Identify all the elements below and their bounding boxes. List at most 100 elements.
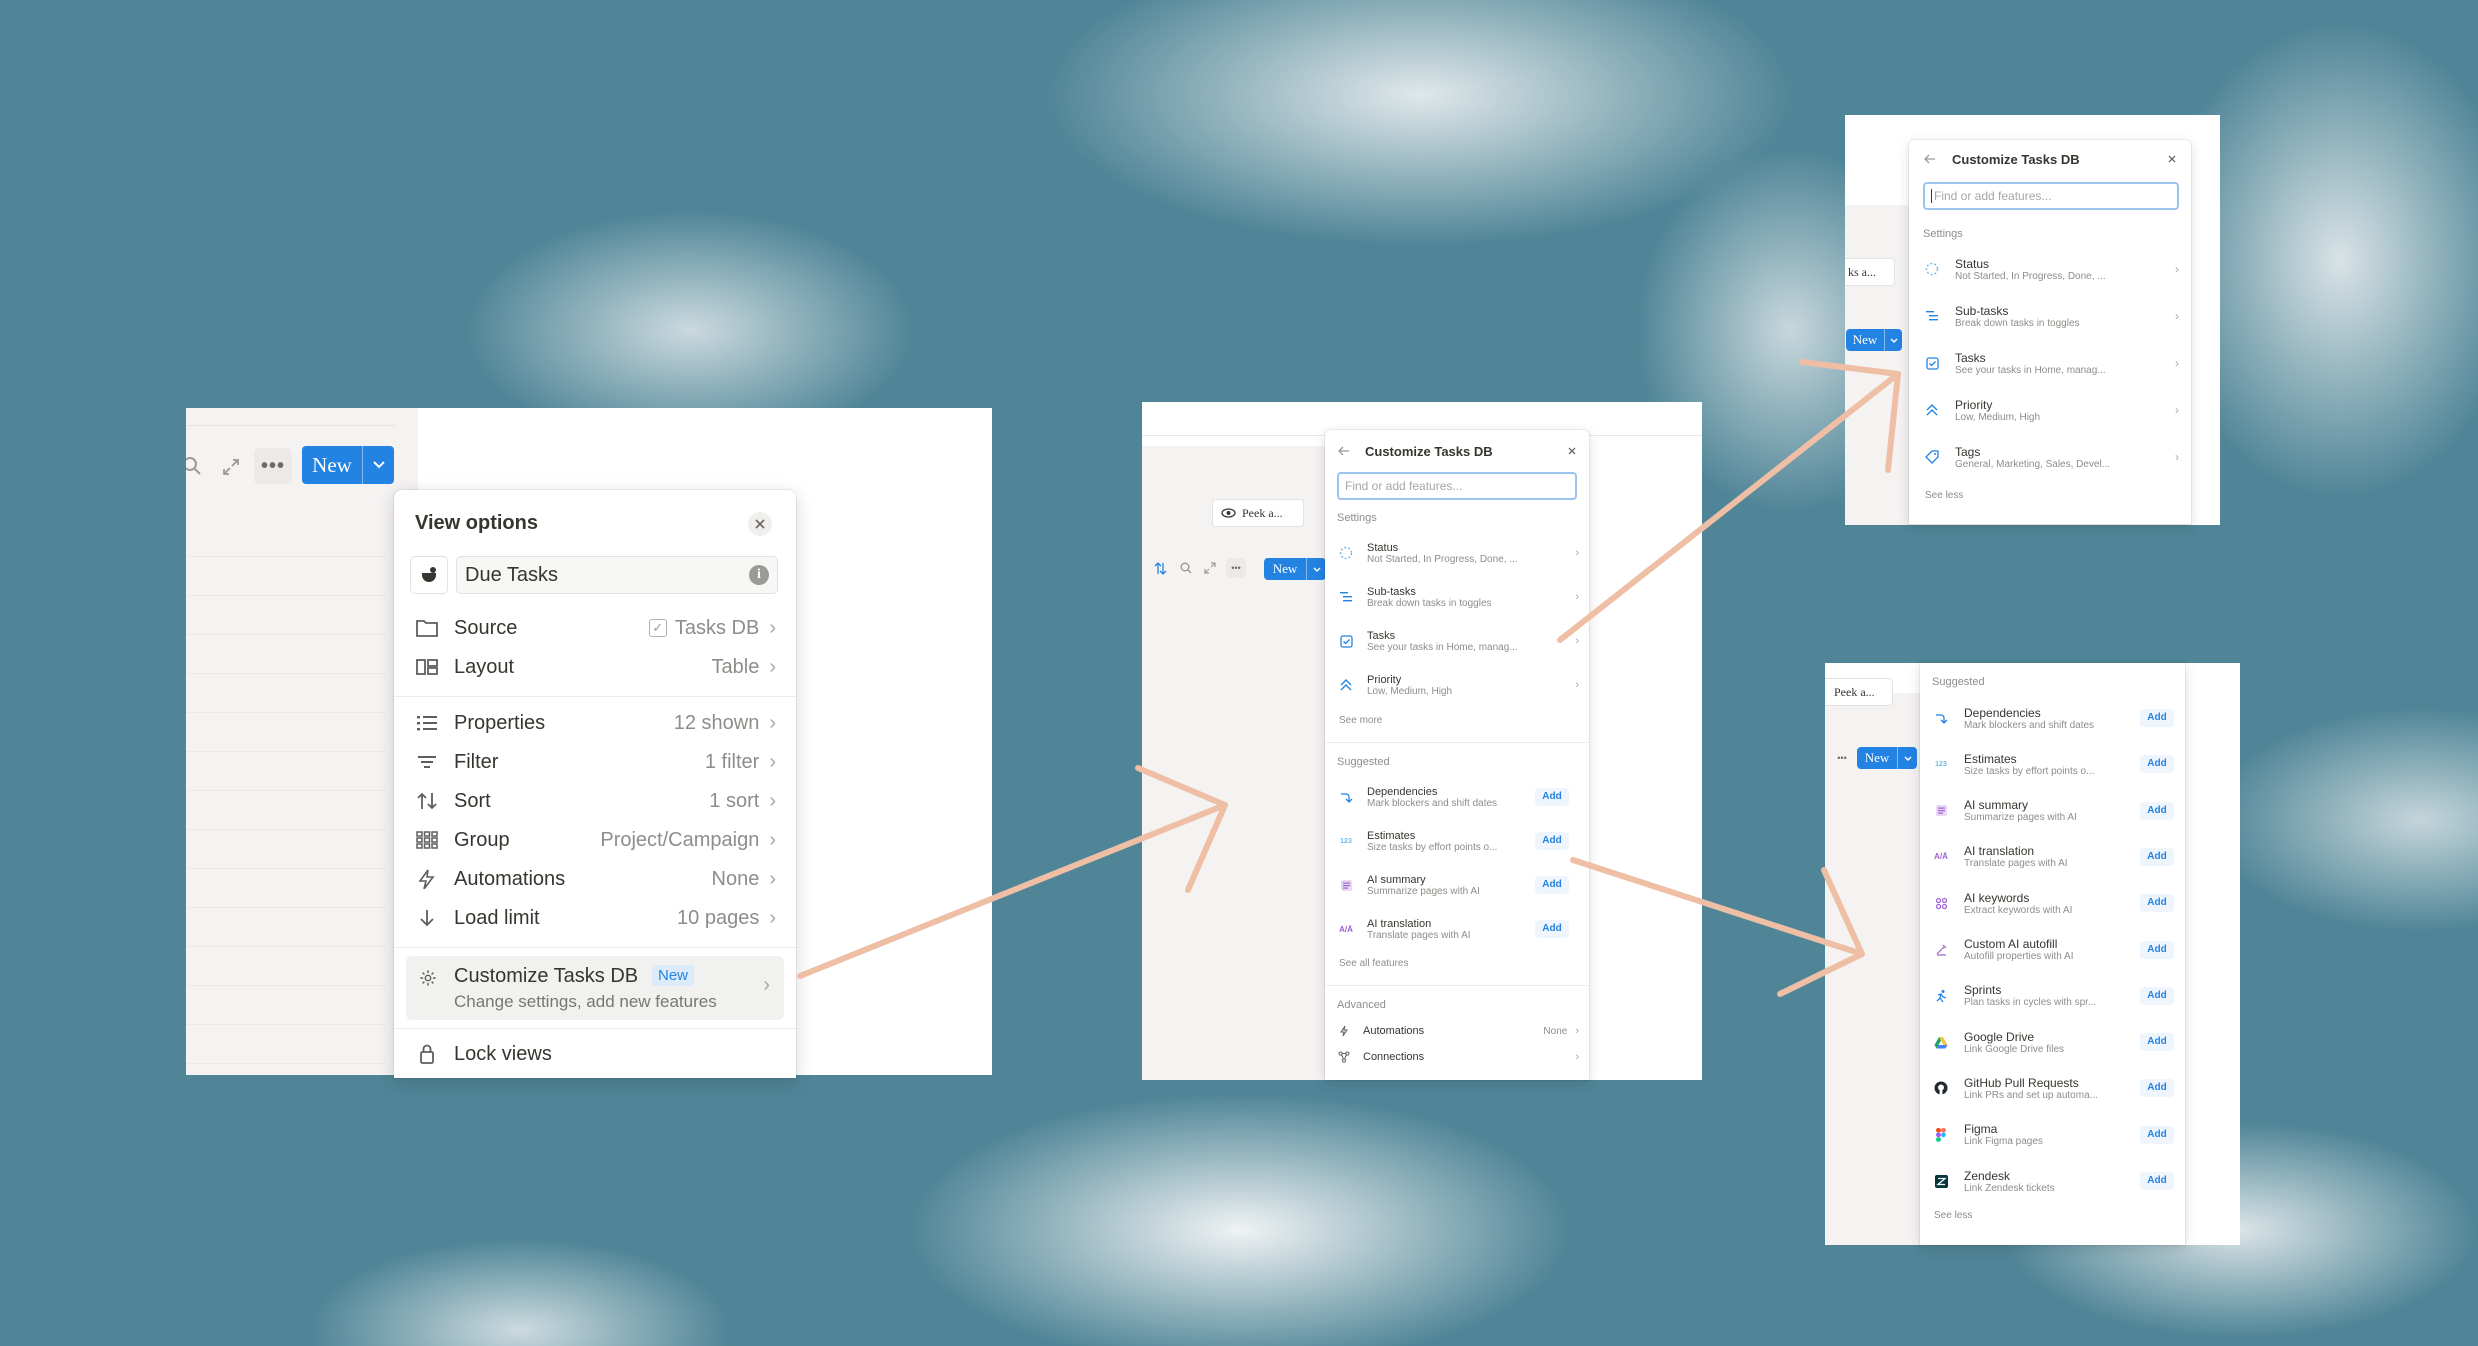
- suggested-feature-row[interactable]: Google Drive Link Google Drive files: [1932, 1025, 2132, 1059]
- advanced-automations[interactable]: Automations None ›: [1337, 1020, 1579, 1042]
- suggested-feature-row[interactable]: Sprints Plan tasks in cycles with spr...: [1932, 979, 2132, 1013]
- option-group[interactable]: Group Project/Campaign ›: [414, 824, 776, 856]
- more-options-icon[interactable]: •••: [1833, 749, 1851, 767]
- peek-button[interactable]: Peek a...: [1825, 678, 1893, 706]
- add-button[interactable]: Add: [2140, 1172, 2174, 1190]
- settings-section-label: Settings: [1337, 512, 1377, 524]
- suggested-feature-row[interactable]: 123 Estimates Size tasks by effort points …: [1932, 747, 2132, 781]
- new-button[interactable]: New: [302, 446, 394, 484]
- setting-status[interactable]: Status Not Started, In Progress, Done, ..…: [1923, 252, 2179, 286]
- new-button[interactable]: New: [1846, 329, 1902, 351]
- see-less-link[interactable]: See less: [1925, 490, 1963, 501]
- add-button[interactable]: Add: [2140, 1079, 2174, 1098]
- setting-priority[interactable]: Priority Low, Medium, High ›: [1923, 393, 2179, 427]
- chevron-down-icon[interactable]: [1884, 329, 1902, 351]
- new-button[interactable]: New: [1857, 747, 1917, 769]
- close-icon[interactable]: [2165, 152, 2179, 166]
- add-button[interactable]: Add: [2140, 709, 2174, 727]
- option-load-limit[interactable]: Load limit 10 pages ›: [414, 902, 776, 934]
- autofill-icon: [1932, 941, 1950, 959]
- feature-subtitle: Plan tasks in cycles with spr...: [1964, 997, 2097, 1009]
- suggested-feature-row[interactable]: Figma Link Figma pages: [1932, 1118, 2132, 1152]
- setting-tags[interactable]: Tags General, Marketing, Sales, Devel... …: [1923, 440, 2179, 474]
- suggested-feature-row[interactable]: GitHub Pull Requests Link PRs and set up …: [1932, 1071, 2132, 1105]
- figma-icon: [1932, 1126, 1950, 1144]
- status-icon: [1337, 544, 1355, 562]
- option-sort[interactable]: Sort 1 sort ›: [414, 785, 776, 817]
- back-arrow-icon[interactable]: [1337, 444, 1351, 458]
- option-source[interactable]: Source ✓ Tasks DB ›: [414, 612, 776, 644]
- add-button[interactable]: Add: [2140, 801, 2174, 820]
- chevron-down-icon[interactable]: [1897, 747, 1917, 769]
- more-options-icon[interactable]: •••: [1226, 558, 1246, 578]
- advanced-connections[interactable]: Connections ›: [1337, 1046, 1579, 1068]
- more-options-icon[interactable]: •••: [254, 448, 292, 484]
- search-features-input[interactable]: Find or add features...: [1923, 182, 2179, 210]
- page-background: [1825, 693, 1920, 1245]
- close-icon[interactable]: [1565, 444, 1579, 458]
- search-features-input[interactable]: Find or add features...: [1337, 472, 1577, 500]
- setting-tasks[interactable]: Tasks See your tasks in Home, manag... ›: [1923, 346, 2179, 380]
- option-layout[interactable]: Layout Table ›: [414, 651, 776, 683]
- suggested-feature-row[interactable]: A/Ä AI translation Translate pages with AI: [1932, 840, 2132, 874]
- option-value: Project/Campaign: [600, 828, 760, 851]
- folder-icon: [414, 618, 440, 638]
- tag-icon: [1923, 448, 1941, 466]
- back-arrow-icon[interactable]: [1923, 152, 1937, 166]
- option-label: Layout: [454, 655, 515, 678]
- option-filter[interactable]: Filter 1 filter ›: [414, 746, 776, 778]
- expand-icon[interactable]: [1202, 560, 1218, 576]
- info-icon[interactable]: i: [749, 565, 769, 585]
- suggested-feature-row[interactable]: Dependencies Mark blockers and shift date…: [1932, 701, 2132, 735]
- page-icon[interactable]: [410, 556, 448, 594]
- chevron-down-icon[interactable]: [362, 446, 394, 484]
- advanced-section-label: Advanced: [1337, 999, 1386, 1011]
- suggested-section-label: Suggested: [1337, 756, 1390, 768]
- peek-button[interactable]: ks a...: [1845, 258, 1895, 286]
- suggested-feature-row[interactable]: Zendesk Link Zendesk tickets: [1932, 1164, 2132, 1198]
- setting-sub-tasks[interactable]: Sub-tasks Break down tasks in toggles ›: [1337, 580, 1579, 614]
- new-button-label: New: [1852, 332, 1878, 347]
- customize-tasks-db-panel-expanded: Customize Tasks DB Find or add features.…: [1909, 140, 2191, 524]
- see-less-link[interactable]: See less: [1934, 1210, 1972, 1221]
- add-button[interactable]: Add: [1535, 876, 1569, 894]
- new-button[interactable]: New: [1264, 558, 1326, 580]
- suggested-feature-row[interactable]: AI keywords Extract keywords with AI: [1932, 886, 2132, 920]
- add-button[interactable]: Add: [2140, 940, 2174, 959]
- option-automations[interactable]: Automations None ›: [414, 863, 776, 895]
- suggested-feature-row[interactable]: AI summary Summarize pages with AI: [1932, 794, 2132, 828]
- add-button[interactable]: Add: [2140, 986, 2174, 1005]
- chevron-down-icon[interactable]: [1306, 558, 1326, 580]
- view-name-input[interactable]: Due Tasks i: [456, 556, 778, 594]
- feature-subtitle: Autofill properties with AI: [1964, 951, 2074, 962]
- option-properties[interactable]: Properties 12 shown ›: [414, 707, 776, 739]
- option-value-wrap: ✓ Tasks DB: [648, 617, 759, 640]
- option-value: 12 shown: [673, 711, 760, 734]
- search-icon[interactable]: [1178, 560, 1194, 576]
- suggested-feature-row[interactable]: Custom AI autofill Autofill properties wi…: [1932, 933, 2132, 967]
- expand-icon[interactable]: [218, 454, 244, 480]
- option-lock-views[interactable]: Lock views: [414, 1038, 776, 1070]
- setting-tasks[interactable]: Tasks See your tasks in Home, manag... ›: [1337, 624, 1579, 658]
- peek-button[interactable]: Peek a...: [1212, 499, 1304, 527]
- close-icon[interactable]: [748, 512, 772, 536]
- customize-database-item[interactable]: Customize Tasks DB New Change settings, …: [406, 956, 784, 1020]
- add-button[interactable]: Add: [2140, 1125, 2174, 1144]
- add-button[interactable]: Add: [2140, 847, 2174, 866]
- setting-status[interactable]: Status Not Started, In Progress, Done, ..…: [1337, 536, 1579, 570]
- sort-icon[interactable]: [1152, 560, 1168, 576]
- add-button[interactable]: Add: [2140, 1033, 2174, 1052]
- option-label: Load limit: [454, 906, 540, 929]
- add-button[interactable]: Add: [1535, 788, 1569, 806]
- add-button[interactable]: Add: [1535, 920, 1569, 938]
- add-button[interactable]: Add: [2140, 755, 2174, 774]
- setting-priority[interactable]: Priority Low, Medium, High ›: [1337, 668, 1579, 702]
- see-more-link[interactable]: See more: [1339, 715, 1382, 726]
- search-icon[interactable]: [186, 454, 204, 478]
- see-all-features-link[interactable]: See all features: [1339, 958, 1409, 969]
- setting-sub-tasks[interactable]: Sub-tasks Break down tasks in toggles ›: [1923, 299, 2179, 333]
- new-button-label: New: [1272, 561, 1298, 576]
- add-button[interactable]: Add: [1535, 832, 1569, 850]
- chevron-right-icon: ›: [1575, 635, 1579, 647]
- add-button[interactable]: Add: [2140, 894, 2174, 913]
